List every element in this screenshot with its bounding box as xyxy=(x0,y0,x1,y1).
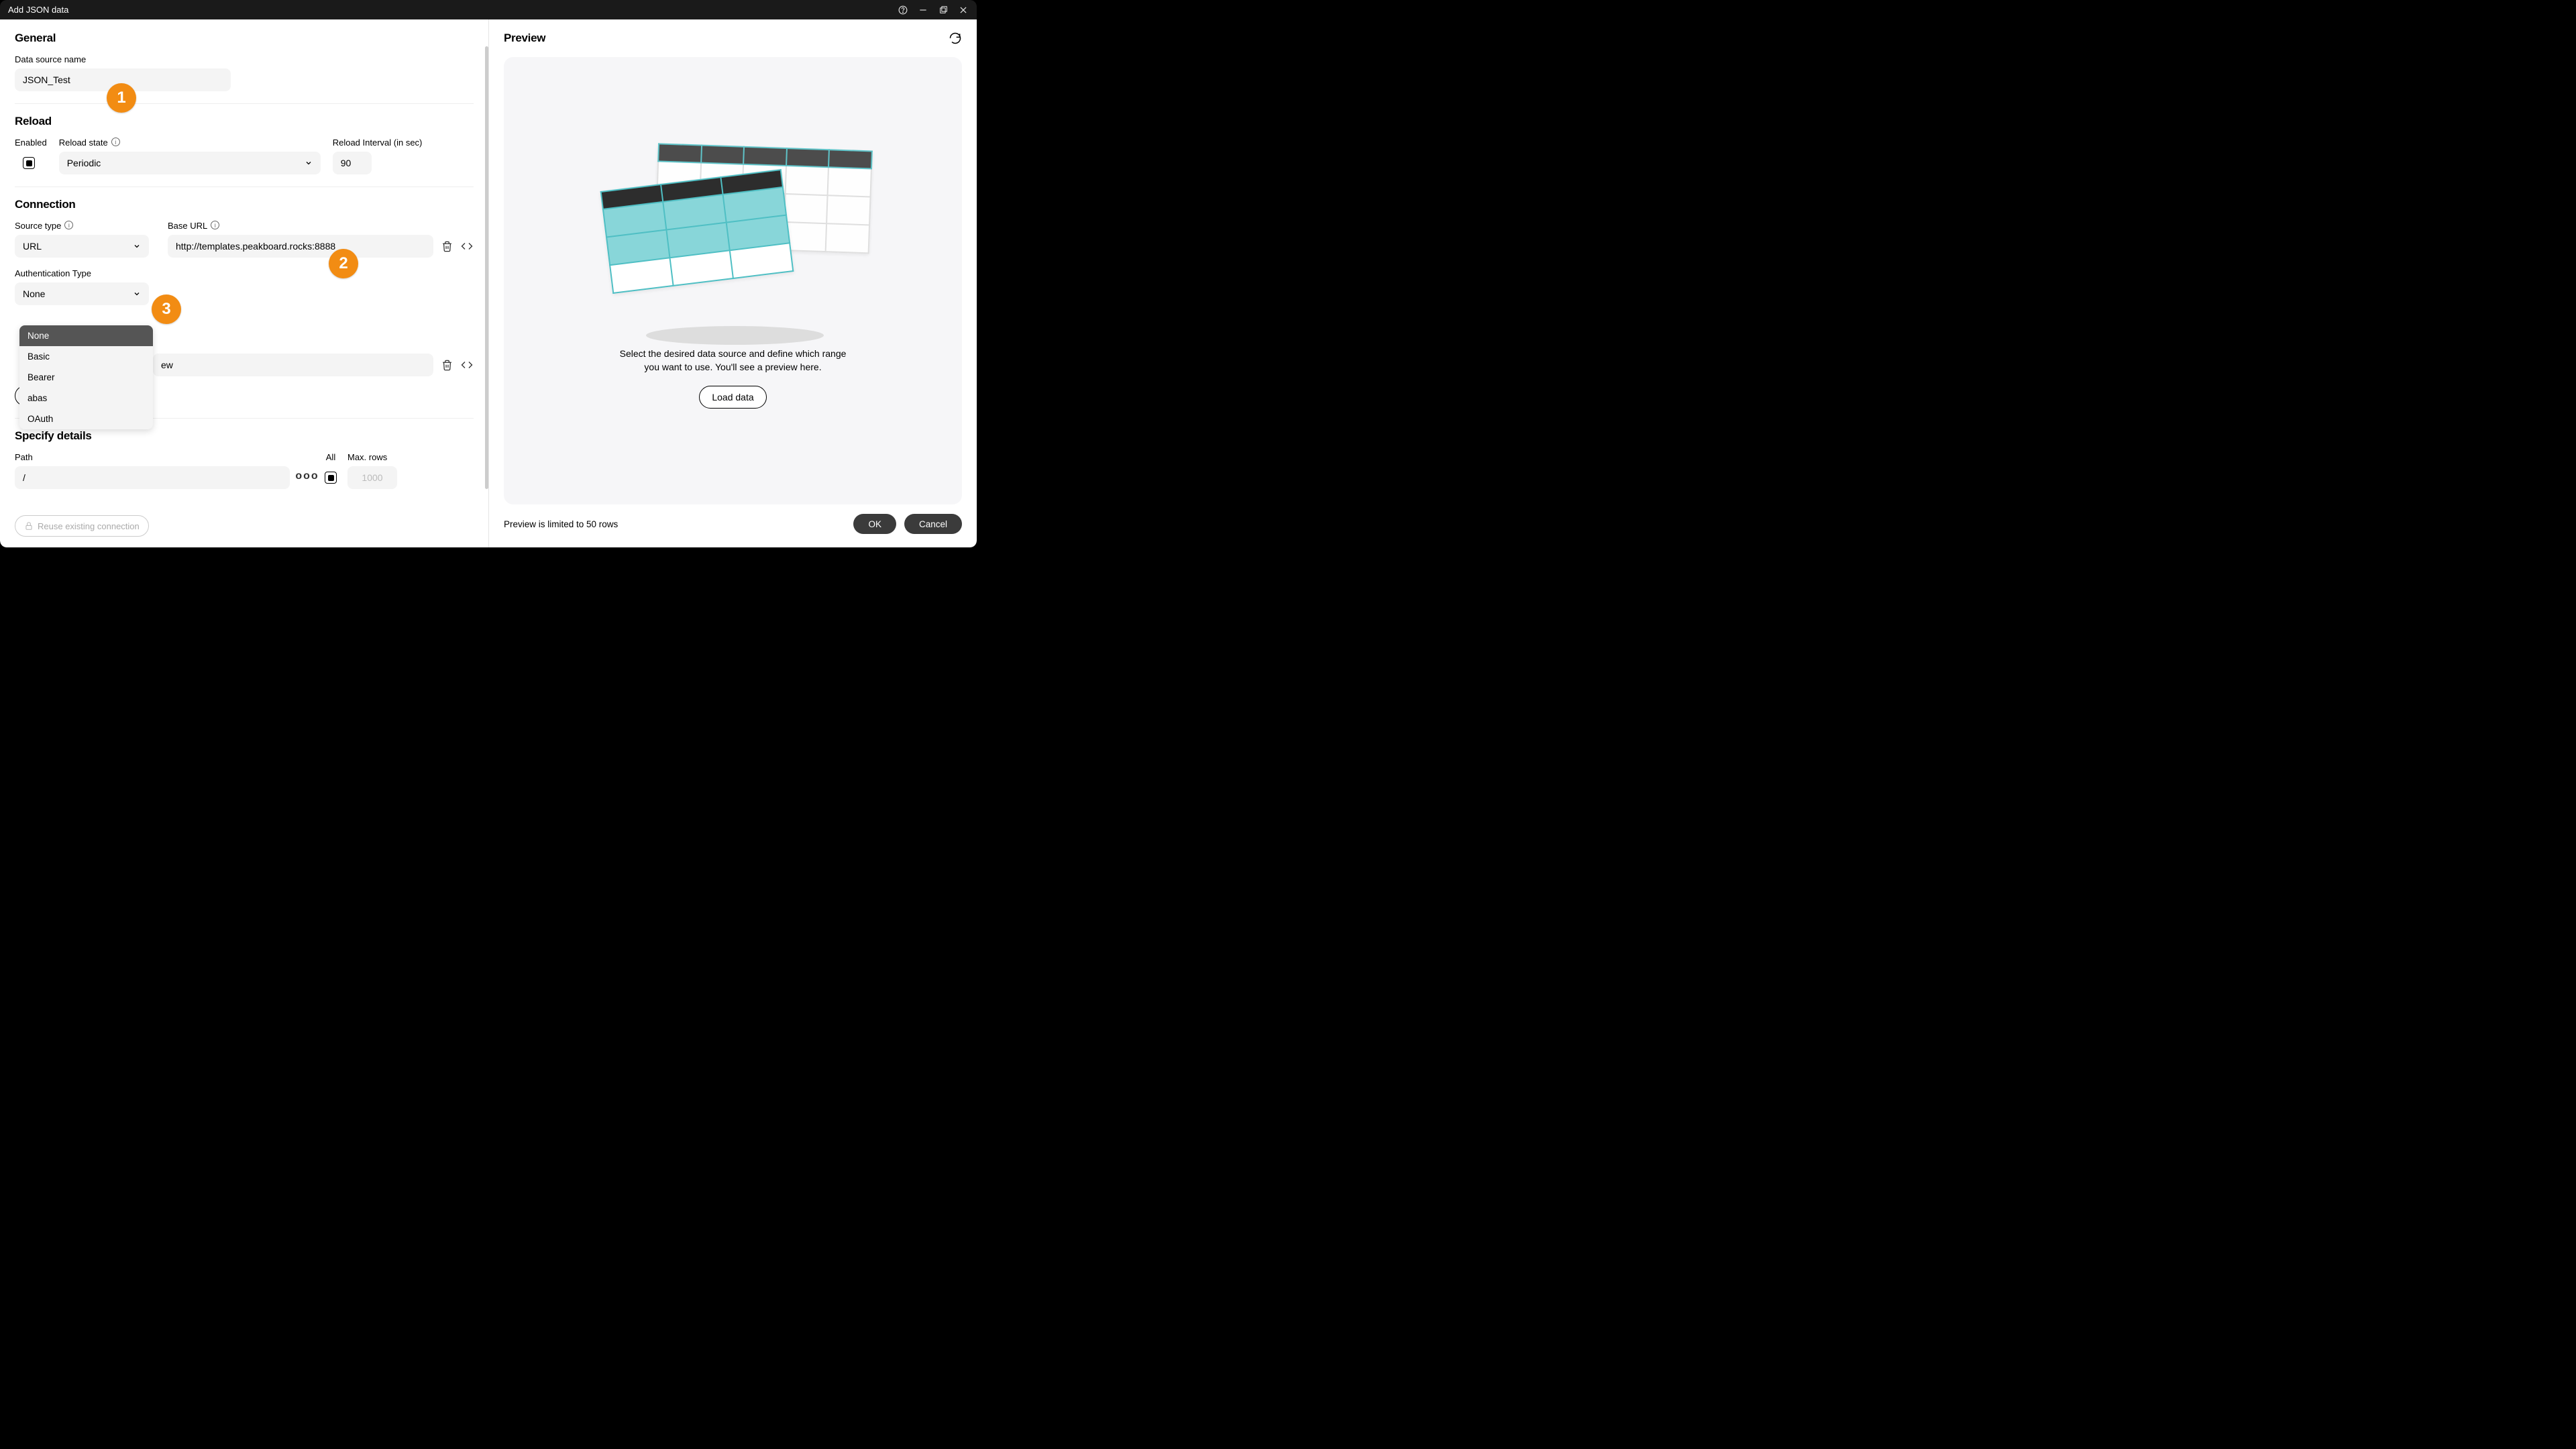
data-source-name-label: Data source name xyxy=(15,54,474,64)
max-rows-input[interactable]: 1000 xyxy=(347,466,397,489)
chevron-down-icon xyxy=(305,159,313,167)
preview-heading: Preview xyxy=(504,32,545,45)
help-icon[interactable] xyxy=(898,5,908,15)
ok-button[interactable]: OK xyxy=(853,514,896,534)
source-type-select[interactable]: URL xyxy=(15,235,149,258)
all-label: All xyxy=(325,452,337,462)
more-icon[interactable]: ooo xyxy=(301,470,314,483)
connection-heading: Connection xyxy=(15,198,474,211)
callout-3: 3 xyxy=(152,294,181,324)
auth-type-select[interactable]: None xyxy=(15,282,149,305)
enabled-label: Enabled xyxy=(15,138,47,148)
specify-heading: Specify details xyxy=(15,429,474,443)
dropdown-item-basic[interactable]: Basic xyxy=(19,346,153,367)
chevron-down-icon xyxy=(133,290,141,298)
titlebar: Add JSON data xyxy=(0,0,977,19)
base-url-input[interactable]: http://templates.peakboard.rocks:8888 xyxy=(168,235,433,258)
reload-heading: Reload xyxy=(15,115,474,128)
preview-box: Select the desired data source and defin… xyxy=(504,57,962,504)
auth-type-dropdown: None Basic Bearer abas OAuth xyxy=(19,325,153,429)
preview-illustration xyxy=(612,153,854,327)
path-input[interactable]: / xyxy=(15,466,290,489)
divider xyxy=(15,103,474,104)
divider xyxy=(15,186,474,187)
chevron-down-icon xyxy=(133,242,141,250)
left-pane: General Data source name JSON_Test Reloa… xyxy=(0,19,488,547)
callout-2: 2 xyxy=(329,249,358,278)
dropdown-item-none[interactable]: None xyxy=(19,325,153,346)
reload-state-select[interactable]: Periodic xyxy=(59,152,321,174)
dropdown-item-bearer[interactable]: Bearer xyxy=(19,367,153,388)
info-icon[interactable]: i xyxy=(211,221,219,229)
dropdown-item-oauth[interactable]: OAuth xyxy=(19,409,153,429)
load-data-button[interactable]: Load data xyxy=(699,386,766,409)
scrollbar[interactable] xyxy=(485,46,488,489)
preview-pane: Preview xyxy=(489,19,977,547)
path-label: Path xyxy=(15,452,290,462)
reload-interval-label: Reload Interval (in sec) xyxy=(333,138,423,148)
enabled-checkbox[interactable] xyxy=(23,157,35,169)
info-icon[interactable]: i xyxy=(64,221,73,229)
minimize-icon[interactable] xyxy=(918,5,928,15)
max-rows-label: Max. rows xyxy=(347,452,397,462)
maximize-icon[interactable] xyxy=(938,5,949,15)
trash-icon[interactable] xyxy=(440,239,453,253)
lock-icon xyxy=(24,521,34,531)
all-checkbox[interactable] xyxy=(325,472,337,484)
base-url-label: Base URL i xyxy=(168,221,474,231)
reload-interval-input[interactable]: 90 xyxy=(333,152,372,174)
general-heading: General xyxy=(15,32,474,45)
dropdown-item-abas[interactable]: abas xyxy=(19,388,153,409)
info-icon[interactable]: i xyxy=(111,138,120,146)
trash-icon[interactable] xyxy=(440,358,453,372)
callout-1: 1 xyxy=(107,83,136,113)
refresh-icon[interactable] xyxy=(949,32,962,45)
code-icon[interactable] xyxy=(460,358,474,372)
reuse-connection-button[interactable]: Reuse existing connection xyxy=(15,515,149,537)
hidden-url-input[interactable]: ew xyxy=(153,354,433,376)
auth-type-label: Authentication Type xyxy=(15,268,474,278)
reload-state-label: Reload state i xyxy=(59,138,321,148)
source-type-label: Source type i xyxy=(15,221,149,231)
preview-hint: Select the desired data source and defin… xyxy=(620,347,847,374)
preview-limit-note: Preview is limited to 50 rows xyxy=(504,519,618,529)
code-icon[interactable] xyxy=(460,239,474,253)
close-icon[interactable] xyxy=(958,5,969,15)
window-title: Add JSON data xyxy=(8,5,68,15)
cancel-button[interactable]: Cancel xyxy=(904,514,962,534)
